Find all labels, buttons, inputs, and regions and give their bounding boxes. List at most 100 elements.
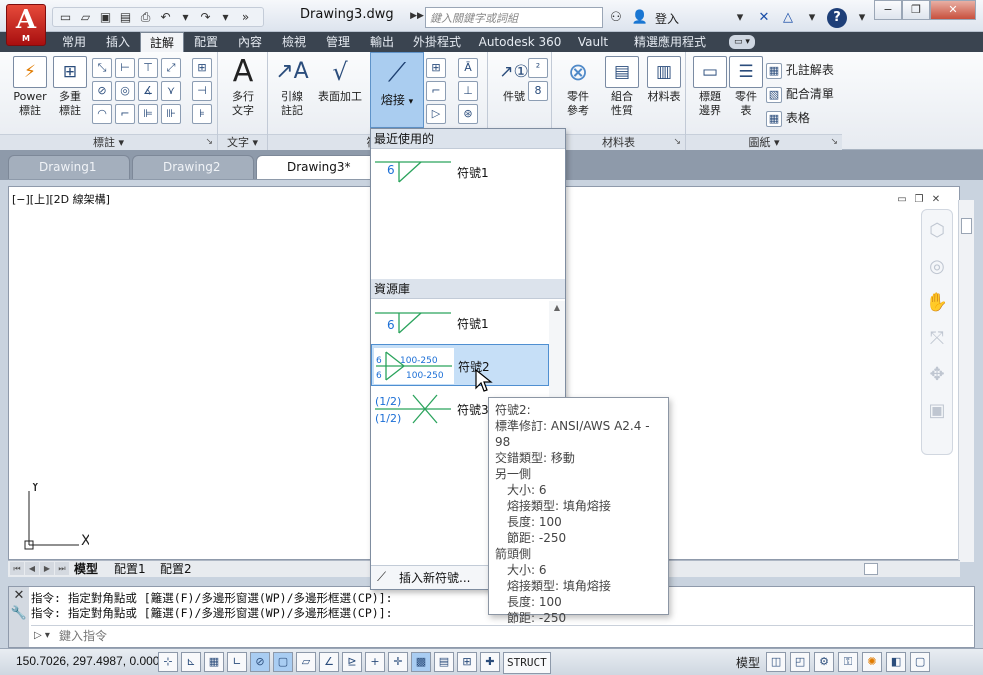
aligned-dim-icon[interactable]: ⤢ (161, 58, 181, 78)
exchange-icon[interactable]: ✕ (755, 9, 773, 27)
command-close-icon[interactable]: ✕ (9, 587, 29, 605)
dynamic-input-icon[interactable]: + (365, 652, 385, 672)
title-more-icon[interactable]: ▶▶ (410, 8, 424, 24)
fits-list-button[interactable]: ▧ 配合清單 (766, 82, 834, 106)
command-prompt-icon[interactable]: ▷ ▾ (31, 629, 53, 643)
quick-view-layouts-icon[interactable]: ◫ (766, 652, 787, 672)
tab-home[interactable]: 常用 (52, 32, 96, 52)
zoom-extents-icon[interactable]: ⤧ (924, 326, 950, 352)
dimension-launcher-icon[interactable]: ↘ (205, 135, 213, 150)
datum-icon[interactable]: ⌐ (426, 81, 446, 101)
full-navigation-wheel-icon[interactable]: ⬡ (924, 218, 950, 244)
part-reference-button[interactable]: ⊗ 零件 參考 (556, 56, 600, 118)
command-input[interactable] (59, 628, 859, 643)
bom-button[interactable]: ▥ 材料表 (642, 56, 686, 104)
workspace-switching-icon[interactable]: ⚙ (814, 652, 835, 672)
help-icon[interactable]: ? (827, 8, 847, 28)
layout-first-icon[interactable]: ⏮ (10, 562, 24, 575)
search-input[interactable]: 鍵入關鍵字或詞組 (425, 7, 603, 28)
viewport-close-icon[interactable]: ✕ (929, 193, 943, 206)
multi-dimension-button[interactable]: ⊞ 多重 標註 (48, 56, 92, 118)
tab-manage[interactable]: 管理 (316, 32, 360, 52)
vertical-scrollbar[interactable] (958, 200, 974, 562)
horizontal-dim-icon[interactable]: ⊢ (115, 58, 135, 78)
application-menu-button[interactable]: A M (6, 4, 46, 46)
steering-wheel-icon[interactable]: ◎ (924, 254, 950, 280)
3d-object-snap-icon[interactable]: ▱ (296, 652, 316, 672)
quick-properties-icon[interactable]: ▤ (434, 652, 454, 672)
print-icon[interactable]: ⎙ (137, 10, 154, 25)
open-icon[interactable]: ▱ (77, 10, 94, 25)
dim-arrange-icon[interactable]: ⊧ (192, 104, 212, 124)
redo-icon[interactable]: ↷ (197, 10, 214, 25)
feature-control-icon[interactable]: ⊞ (426, 58, 446, 78)
ortho-mode-icon[interactable]: ∟ (227, 652, 247, 672)
mtext-button[interactable]: A 多行 文字 (221, 56, 265, 118)
save-icon[interactable]: ▣ (97, 10, 114, 25)
dropdown-scroll-up-icon[interactable]: ▲ (549, 303, 565, 312)
binoculars-icon[interactable]: ⚇ (607, 9, 625, 27)
undo-dropdown-icon[interactable]: ▾ (177, 10, 194, 25)
auto-balloon-icon[interactable]: ² (528, 58, 548, 78)
clean-screen-icon[interactable]: ▢ (910, 652, 931, 672)
tab-output[interactable]: 輸出 (360, 32, 404, 52)
ribbon-toggle-icon[interactable]: ▭ ▾ (729, 35, 755, 49)
datum-target-icon[interactable]: ⊥ (458, 81, 478, 101)
login-link[interactable]: 登入 (655, 10, 725, 27)
redo-dropdown-icon[interactable]: ▾ (217, 10, 234, 25)
tab-content[interactable]: 內容 (228, 32, 272, 52)
panel-dimension-title[interactable]: 標註 ▾ ↘ (0, 134, 217, 150)
linear-dim-icon[interactable]: ⤡ (92, 58, 112, 78)
a360-icon[interactable]: △ (779, 9, 797, 27)
login-dropdown-icon[interactable]: ▾ (731, 9, 749, 27)
minimize-button[interactable]: − (874, 0, 902, 20)
layout-tab-layout2[interactable]: 配置2 (160, 562, 192, 576)
horizontal-scroll-thumb[interactable] (864, 563, 878, 575)
table-button[interactable]: ▦ 表格 (766, 106, 834, 130)
vertical-scroll-thumb[interactable] (961, 218, 972, 234)
tab-annotate[interactable]: 註解 (140, 32, 184, 52)
drawing-launcher-icon[interactable]: ↘ (830, 135, 838, 150)
orbit-icon[interactable]: ✥ (924, 362, 950, 388)
hardware-acceleration-icon[interactable]: ✺ (862, 652, 883, 672)
layout-prev-icon[interactable]: ◀ (25, 562, 39, 575)
dynamic-ucs-icon[interactable]: ⊵ (342, 652, 362, 672)
surface-texture-button[interactable]: √ 表面加工 (312, 56, 368, 104)
layout-tab-model[interactable]: 模型 (74, 562, 98, 576)
collect-balloon-icon[interactable]: 8 (528, 81, 548, 101)
dim-break-icon[interactable]: ⊣ (192, 81, 212, 101)
polar-tracking-icon[interactable]: ⊘ (250, 652, 270, 672)
close-button[interactable]: ✕ (930, 0, 976, 20)
lineweight-icon[interactable]: ✛ (388, 652, 408, 672)
tab-autodesk360[interactable]: Autodesk 360 (472, 32, 568, 52)
parts-list-button[interactable]: ☰ 零件 表 (724, 56, 768, 118)
power-dimension-button[interactable]: ⚡ Power 標註 (8, 56, 52, 118)
weld-button[interactable]: ⟋ 熔接 ▾ (370, 52, 424, 128)
edge-symbol-icon[interactable]: ▷ (426, 104, 446, 124)
transparency-icon[interactable]: ▩ (411, 652, 431, 672)
tab-plugins[interactable]: 外掛程式 (404, 32, 470, 52)
saveas-icon[interactable]: ▤ (117, 10, 134, 25)
library-symbol-item-selected[interactable]: 6 6 100-250 100-250 符號2 (371, 344, 549, 386)
lock-icon[interactable]: ⚿ (838, 652, 859, 672)
ordinate-dim-icon[interactable]: ⌐ (115, 104, 135, 124)
user-icon[interactable]: 👤 (631, 9, 649, 27)
model-space-toggle[interactable]: 模型 (734, 654, 762, 671)
a360-dropdown-icon[interactable]: ▾ (803, 9, 821, 27)
annotation-monitor-icon[interactable]: ✚ (480, 652, 500, 672)
recent-symbol-item[interactable]: 6 符號1 (371, 151, 549, 193)
tab-vault[interactable]: Vault (570, 32, 616, 52)
assembly-props-button[interactable]: ▤ 組合 性質 (600, 56, 644, 118)
pan-icon[interactable]: ✋ (924, 290, 950, 316)
selection-cycling-icon[interactable]: ⊞ (457, 652, 477, 672)
command-settings-icon[interactable]: 🔧 (9, 605, 29, 623)
layout-next-icon[interactable]: ▶ (40, 562, 54, 575)
tab-layout[interactable]: 配置 (184, 32, 228, 52)
jogged-dim-icon[interactable]: ⋎ (161, 81, 181, 101)
tab-insert[interactable]: 插入 (96, 32, 140, 52)
object-snap-icon[interactable]: ▢ (273, 652, 293, 672)
more-icon[interactable]: » (237, 10, 254, 25)
radius-dim-icon[interactable]: ◎ (115, 81, 135, 101)
help-dropdown-icon[interactable]: ▾ (853, 9, 871, 27)
panel-bom-title[interactable]: 材料表 ↘ (552, 134, 685, 150)
